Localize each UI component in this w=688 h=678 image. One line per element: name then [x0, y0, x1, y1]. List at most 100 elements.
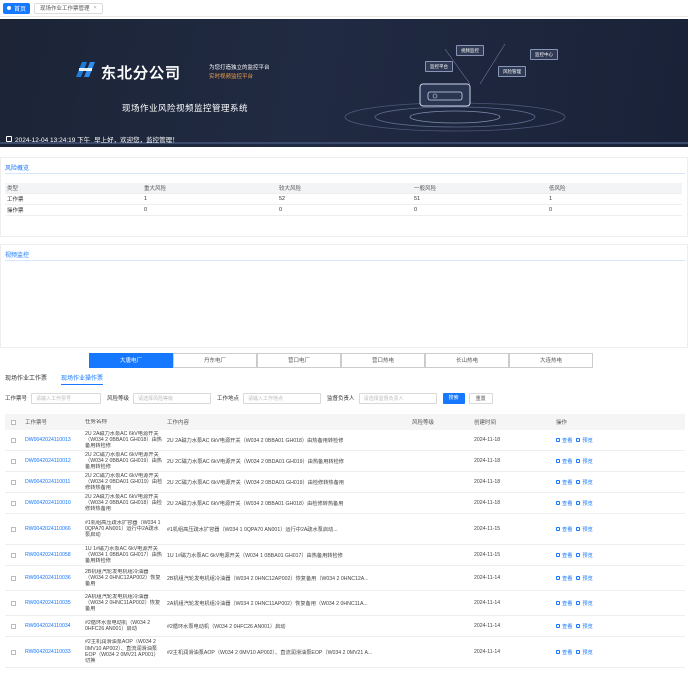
document-icon [576, 438, 581, 442]
search-button[interactable]: 搜索 [442, 392, 465, 404]
tab-operation-ticket[interactable]: 现场作业操作票 [61, 373, 104, 385]
ticket-table: 工作票号 任务名称 工作内容 风险等级 创建时间 操作 DW0042024110… [5, 414, 685, 668]
document-icon [576, 459, 581, 463]
task-name: 2U 2C磁力水泵AC 6kV电源开关（W034 2 0BDA01 GH019）… [85, 472, 163, 492]
reset-button[interactable]: 重置 [468, 392, 493, 404]
view-button[interactable]: 查看 [556, 575, 572, 582]
checkbox-icon [10, 479, 16, 485]
row-checkbox[interactable] [5, 649, 25, 655]
section-divider [5, 260, 685, 261]
header-low: 低风险 [549, 186, 566, 192]
risk-overview-title: 风险概览 [5, 166, 30, 172]
document-icon [576, 576, 581, 580]
preview-button[interactable]: 预览 [576, 458, 593, 465]
unit-tabs: 大唐电厂 丹东电厂 营口电厂 营口热电 长山热电 大连热电 [0, 351, 688, 368]
row-checkbox[interactable] [5, 552, 25, 558]
cell: 0 [414, 207, 418, 213]
unit-tab-5[interactable]: 长山热电 [425, 353, 509, 368]
filter-code-label: 工作票号 [5, 396, 28, 402]
view-button[interactable]: 查看 [556, 600, 572, 607]
ticket-code-link[interactable]: RW0042024110066 [25, 526, 85, 532]
view-button[interactable]: 查看 [556, 500, 572, 507]
table-row: 操作票 0 0 0 0 [5, 205, 682, 216]
row-checkbox[interactable] [5, 437, 25, 443]
view-button[interactable]: 查看 [556, 623, 572, 630]
filter-person-label: 监督负责人 [327, 396, 355, 402]
supervisor-select[interactable]: 请选择监督负责人 [358, 392, 437, 404]
ticket-code-link[interactable]: RW0042024110035 [25, 600, 85, 606]
view-label: 查看 [562, 623, 573, 630]
preview-button[interactable]: 预览 [576, 526, 593, 533]
row-checkbox[interactable] [5, 479, 25, 485]
view-button[interactable]: 查看 [556, 458, 572, 465]
row-checkbox[interactable] [5, 600, 25, 606]
preview-label: 预览 [582, 500, 593, 507]
view-label: 查看 [562, 552, 573, 559]
work-place-input[interactable]: 请输入工作地点 [243, 392, 322, 404]
preview-button[interactable]: 预览 [576, 437, 593, 444]
ticket-code-link[interactable]: DW0042024110013 [25, 437, 85, 443]
ticket-code-link[interactable]: RW0042024110034 [25, 623, 85, 629]
tab-home[interactable]: 首页 [3, 2, 31, 14]
welcome-text: 早上好，欢迎您，监控管理！ [94, 136, 179, 144]
ticket-code-link[interactable]: RW0042024110036 [25, 575, 85, 581]
view-button[interactable]: 查看 [556, 552, 572, 559]
create-date: 2024-11-15 [474, 552, 501, 558]
preview-label: 预览 [582, 526, 593, 533]
preview-label: 预览 [582, 437, 593, 444]
document-icon [576, 553, 581, 557]
unit-tab-2[interactable]: 丹东电厂 [173, 353, 257, 368]
task-name: 2A机组汽轮发电机组冷油器（W034 2 0HNC11AP002）恢复备用 [85, 593, 161, 613]
document-icon [576, 601, 581, 605]
row-checkbox[interactable] [5, 575, 25, 581]
banner-tag-2: 视频监控 [456, 45, 484, 56]
ticket-code-link[interactable]: DW0042024110012 [25, 458, 85, 464]
ticket-code-link[interactable]: RW0042024110033 [25, 649, 85, 655]
work-content: 2U 2A磁力水泵AC 6kV电源开关（W034 2 0BBA01 GH018）… [167, 500, 344, 507]
unit-tab-6[interactable]: 大连热电 [509, 353, 593, 368]
view-button[interactable]: 查看 [556, 649, 572, 656]
ticket-code-link[interactable]: DW0042024110010 [25, 500, 85, 506]
datetime-bar: 2024-12-04 13:24:19 下午 早上好，欢迎您，监控管理！ [0, 130, 688, 147]
preview-button[interactable]: 预览 [576, 552, 593, 559]
task-name: #2循环水泵电动机（W034 2 0HFC26 AN001）启动 [85, 619, 151, 632]
table-header: 类型 重大风险 较大风险 一般风险 低风险 [5, 183, 682, 194]
view-button[interactable]: 查看 [556, 526, 572, 533]
preview-button[interactable]: 预览 [576, 623, 593, 630]
table-row: RW0042024110036 2B机组汽轮发电机组冷油器（W034 2 0HNC… [5, 566, 685, 591]
row-checkbox[interactable] [5, 500, 25, 506]
preview-button[interactable]: 预览 [576, 500, 593, 507]
task-name: #1机组高压疏水扩容器（W034 1 0QPA70 AN001）运行中2A疏水泵… [85, 519, 161, 539]
view-button[interactable]: 查看 [556, 437, 572, 444]
select-all-checkbox[interactable] [5, 419, 25, 425]
preview-button[interactable]: 预览 [576, 575, 593, 582]
ticket-code-input[interactable]: 请输入工作票号 [31, 392, 102, 404]
cell: 1 [549, 196, 553, 202]
ticket-code-link[interactable]: RW0042024110058 [25, 552, 85, 558]
tab-bar: 首页 现场作业工作票管理 × [0, 0, 688, 17]
tab-work-ticket[interactable]: 现场作业工作票 [5, 373, 47, 385]
ticket-code-link[interactable]: DW0042024110011 [25, 479, 85, 485]
tab-ticket-management[interactable]: 现场作业工作票管理 × [34, 2, 103, 14]
work-content: 2A机组汽轮发电机组冷油器（W034 2 0HNC11AP002）恢复备用（W0… [167, 600, 368, 607]
close-icon[interactable]: × [94, 5, 97, 11]
create-date: 2024-11-18 [474, 458, 501, 464]
preview-button[interactable]: 预览 [576, 600, 593, 607]
row-checkbox[interactable] [5, 458, 25, 464]
work-content: 2B机组汽轮发电机组冷油器（W034 2 0HNC12AP002）恢复备用（W0… [167, 575, 369, 582]
row-checkbox[interactable] [5, 526, 25, 532]
risk-level-select[interactable]: 请选择风险等级 [133, 392, 212, 404]
view-button[interactable]: 查看 [556, 479, 572, 486]
unit-tab-4[interactable]: 营口热电 [341, 353, 425, 368]
eye-icon [556, 601, 560, 605]
unit-tab-1[interactable]: 大唐电厂 [89, 353, 173, 368]
work-content: 2U 2C磁力水泵AC 6kV电源开关（W034 2 0BDA01 GH019）… [167, 479, 344, 486]
tab-page-label: 现场作业工作票管理 [40, 6, 90, 12]
preview-label: 预览 [582, 575, 593, 582]
row-actions: 查看 预览 [556, 575, 628, 582]
checkbox-icon [10, 600, 16, 606]
preview-button[interactable]: 预览 [576, 649, 593, 656]
row-checkbox[interactable] [5, 623, 25, 629]
preview-button[interactable]: 预览 [576, 479, 593, 486]
unit-tab-3[interactable]: 营口电厂 [257, 353, 341, 368]
